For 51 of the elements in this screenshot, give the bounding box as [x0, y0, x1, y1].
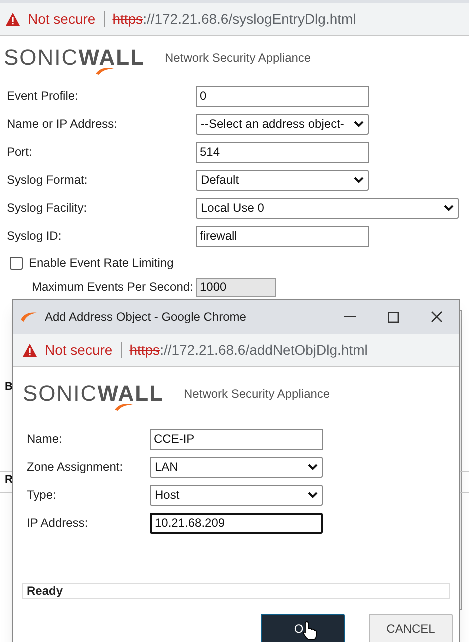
- close-icon: [431, 311, 443, 323]
- partial-text: B: [5, 382, 13, 393]
- ok-button[interactable]: O: [261, 614, 345, 642]
- chevron-icon: [444, 204, 454, 212]
- minimize-icon: [344, 316, 356, 318]
- field-label: Zone Assignment:: [27, 459, 124, 476]
- input-field[interactable]: CCE-IP: [150, 428, 323, 450]
- maximize-icon: [388, 312, 399, 322]
- select-dropdown[interactable]: Local Use 0: [196, 198, 459, 218]
- url-text[interactable]: https://172.21.68.6/syslogEntryDlg.html: [112, 8, 356, 30]
- chevron-icon: [354, 176, 364, 184]
- select-dropdown[interactable]: Default: [196, 170, 369, 190]
- cancel-button[interactable]: CANCEL: [369, 614, 453, 642]
- input-field[interactable]: 514: [196, 142, 369, 162]
- checkbox-label: Enable Event Rate Limiting: [29, 255, 174, 272]
- field-label: IP Address:: [27, 515, 90, 532]
- warning-icon: [6, 12, 20, 26]
- field-label: Syslog Facility:: [7, 200, 88, 217]
- tagline: Network Security Appliance: [184, 386, 330, 403]
- chevron-icon: [308, 492, 318, 498]
- url-text[interactable]: https://172.21.68.6/addNetObjDlg.html: [130, 340, 368, 360]
- field-label: Name:: [27, 431, 64, 448]
- field-label: Syslog Format:: [7, 172, 89, 189]
- field-label: Event Profile:: [7, 88, 80, 105]
- partial-text: R: [5, 475, 13, 486]
- hand-cursor-icon: [303, 621, 317, 641]
- window-title: Add Address Object - Google Chrome: [45, 309, 248, 326]
- field-label: Maximum Events Per Second:: [32, 279, 194, 296]
- field-label: Name or IP Address:: [7, 116, 118, 133]
- checkbox[interactable]: [10, 256, 23, 270]
- swoosh-icon: [115, 403, 133, 411]
- field-label: Type:: [27, 487, 58, 504]
- select-dropdown[interactable]: --Select an address object-: [196, 114, 369, 134]
- select-dropdown[interactable]: Host: [150, 484, 323, 506]
- swoosh-icon: [96, 67, 114, 75]
- swoosh-icon: [21, 312, 37, 322]
- chevron-icon: [354, 120, 364, 128]
- warning-icon: [23, 344, 37, 356]
- input-field[interactable]: 0: [196, 86, 369, 106]
- field-label: Port:: [7, 144, 34, 161]
- status-bar: Ready: [22, 583, 450, 599]
- security-label: Not secure: [28, 10, 96, 28]
- security-label: Not secure: [45, 340, 113, 360]
- logo: SONICWALL: [23, 383, 164, 405]
- field-label: Syslog ID:: [7, 228, 63, 245]
- tagline: Network Security Appliance: [165, 50, 312, 67]
- input-field[interactable]: 10.21.68.209: [150, 512, 323, 534]
- chevron-icon: [308, 464, 318, 470]
- logo: SONICWALL: [4, 47, 146, 69]
- input-field[interactable]: firewall: [196, 226, 369, 246]
- select-dropdown[interactable]: LAN: [150, 456, 323, 478]
